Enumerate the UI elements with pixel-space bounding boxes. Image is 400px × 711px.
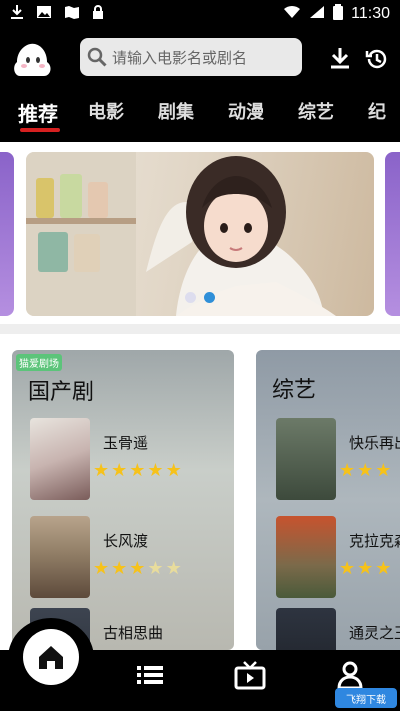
star-icon: ★ xyxy=(165,460,182,481)
star-half-icon: ★ xyxy=(147,558,164,579)
profile-button[interactable] xyxy=(330,658,370,692)
battery-icon xyxy=(333,4,344,24)
map-icon xyxy=(64,5,80,23)
pagination-dot-active[interactable] xyxy=(204,292,215,303)
section-title: 国产剧 xyxy=(28,380,95,405)
history-icon xyxy=(365,49,387,69)
tab-variety[interactable]: 综艺 xyxy=(280,98,350,138)
image-icon xyxy=(36,5,52,23)
star-icon: ★ xyxy=(129,460,146,481)
section-divider xyxy=(0,324,400,334)
tab-documentary[interactable]: 纪 xyxy=(350,98,400,138)
list-icon xyxy=(137,666,163,684)
item-title: 古相思曲 xyxy=(103,624,164,642)
banner-pagination xyxy=(185,292,215,303)
download-icon xyxy=(331,48,349,69)
header: 请输入电影名或剧名 xyxy=(0,30,400,90)
section-title: 综艺 xyxy=(272,378,317,403)
poster-thumbnail xyxy=(30,418,90,500)
list-item[interactable]: 玉骨遥 ★ ★ ★ ★ ★ xyxy=(30,418,234,500)
lock-icon xyxy=(92,4,104,24)
star-icon: ★ xyxy=(339,558,356,579)
poster-thumbnail xyxy=(30,516,90,598)
item-title: 玉骨遥 xyxy=(103,434,149,452)
tab-series[interactable]: 剧集 xyxy=(140,98,210,138)
tv-icon xyxy=(234,661,266,690)
watermark-badge: 飞翔下载 xyxy=(335,688,397,708)
banner-prev-slide[interactable] xyxy=(0,152,14,316)
list-item[interactable]: 长风渡 ★ ★ ★ ★ ★ xyxy=(30,516,234,598)
rating-stars: ★ ★ ★ ★ ★ xyxy=(93,558,182,579)
tab-recommend[interactable]: 推荐 xyxy=(0,98,70,138)
star-icon: ★ xyxy=(375,460,392,481)
search-icon xyxy=(87,47,107,67)
status-bar: 11:30 xyxy=(0,0,400,28)
section-badge: 猫爱剧场 xyxy=(16,354,62,371)
poster-thumbnail xyxy=(276,516,336,598)
star-icon: ★ xyxy=(111,558,128,579)
app-screen: 11:30 请输入电影名或剧名 推荐 电影 剧集 动漫 综艺 纪 猫爱剧场 国产… xyxy=(0,0,400,711)
rating-stars: ★ ★ ★ xyxy=(339,558,391,579)
tab-anime[interactable]: 动漫 xyxy=(210,98,280,138)
tv-button[interactable] xyxy=(230,658,270,692)
search-placeholder: 请输入电影名或剧名 xyxy=(112,48,248,67)
search-input[interactable]: 请输入电影名或剧名 xyxy=(80,38,302,76)
star-icon: ★ xyxy=(357,558,374,579)
star-icon: ★ xyxy=(339,460,356,481)
star-icon: ★ xyxy=(357,460,374,481)
list-item[interactable]: 快乐再出 ★★★ xyxy=(276,418,400,500)
banner-next-slide[interactable] xyxy=(385,152,400,316)
poster-thumbnail xyxy=(276,418,336,500)
item-title: 快乐再出 xyxy=(349,434,400,452)
profile-icon xyxy=(337,661,363,690)
rating-stars: ★ ★ ★ ★ ★ xyxy=(93,460,182,481)
item-title: 克拉克森 xyxy=(349,532,400,550)
star-icon: ★ xyxy=(111,460,128,481)
list-item[interactable]: 克拉克森 ★★★ xyxy=(276,516,400,598)
item-title: 长风渡 xyxy=(103,532,149,550)
history-button[interactable] xyxy=(364,46,390,72)
main-content: 猫爱剧场 国产剧 玉骨遥 ★ ★ ★ ★ ★ 长风渡 ★ ★ ★ ★ ★ 古相思曲 xyxy=(0,142,400,662)
section-card-domestic-drama[interactable]: 猫爱剧场 国产剧 玉骨遥 ★ ★ ★ ★ ★ 长风渡 ★ ★ ★ ★ ★ 古相思曲 xyxy=(12,350,234,650)
home-button[interactable] xyxy=(23,629,79,685)
logo-icon[interactable] xyxy=(10,36,56,82)
star-icon: ★ xyxy=(93,460,110,481)
list-button[interactable] xyxy=(130,658,170,692)
section-card-variety[interactable]: 综艺 快乐再出 ★★★ 克拉克森 ★★★ 通灵之王 xyxy=(256,350,400,650)
download-button[interactable] xyxy=(328,46,354,72)
wifi-icon xyxy=(283,5,301,23)
poster-thumbnail xyxy=(276,608,336,650)
item-title: 通灵之王 xyxy=(349,624,400,642)
star-icon: ★ xyxy=(375,558,392,579)
star-icon: ★ xyxy=(129,558,146,579)
pagination-dot[interactable] xyxy=(185,292,196,303)
star-icon: ★ xyxy=(93,558,110,579)
status-time: 11:30 xyxy=(351,5,390,22)
home-icon xyxy=(39,646,63,669)
category-tabs: 推荐 电影 剧集 动漫 综艺 纪 xyxy=(0,98,400,138)
star-icon: ★ xyxy=(147,460,164,481)
signal-icon xyxy=(309,5,325,23)
list-item[interactable]: 通灵之王 xyxy=(276,608,400,650)
tab-movies[interactable]: 电影 xyxy=(70,98,140,138)
rating-stars: ★ ★ ★ xyxy=(339,460,391,481)
active-tab-indicator xyxy=(20,128,60,132)
star-empty-icon: ★ xyxy=(165,558,182,579)
download-icon xyxy=(10,4,24,24)
